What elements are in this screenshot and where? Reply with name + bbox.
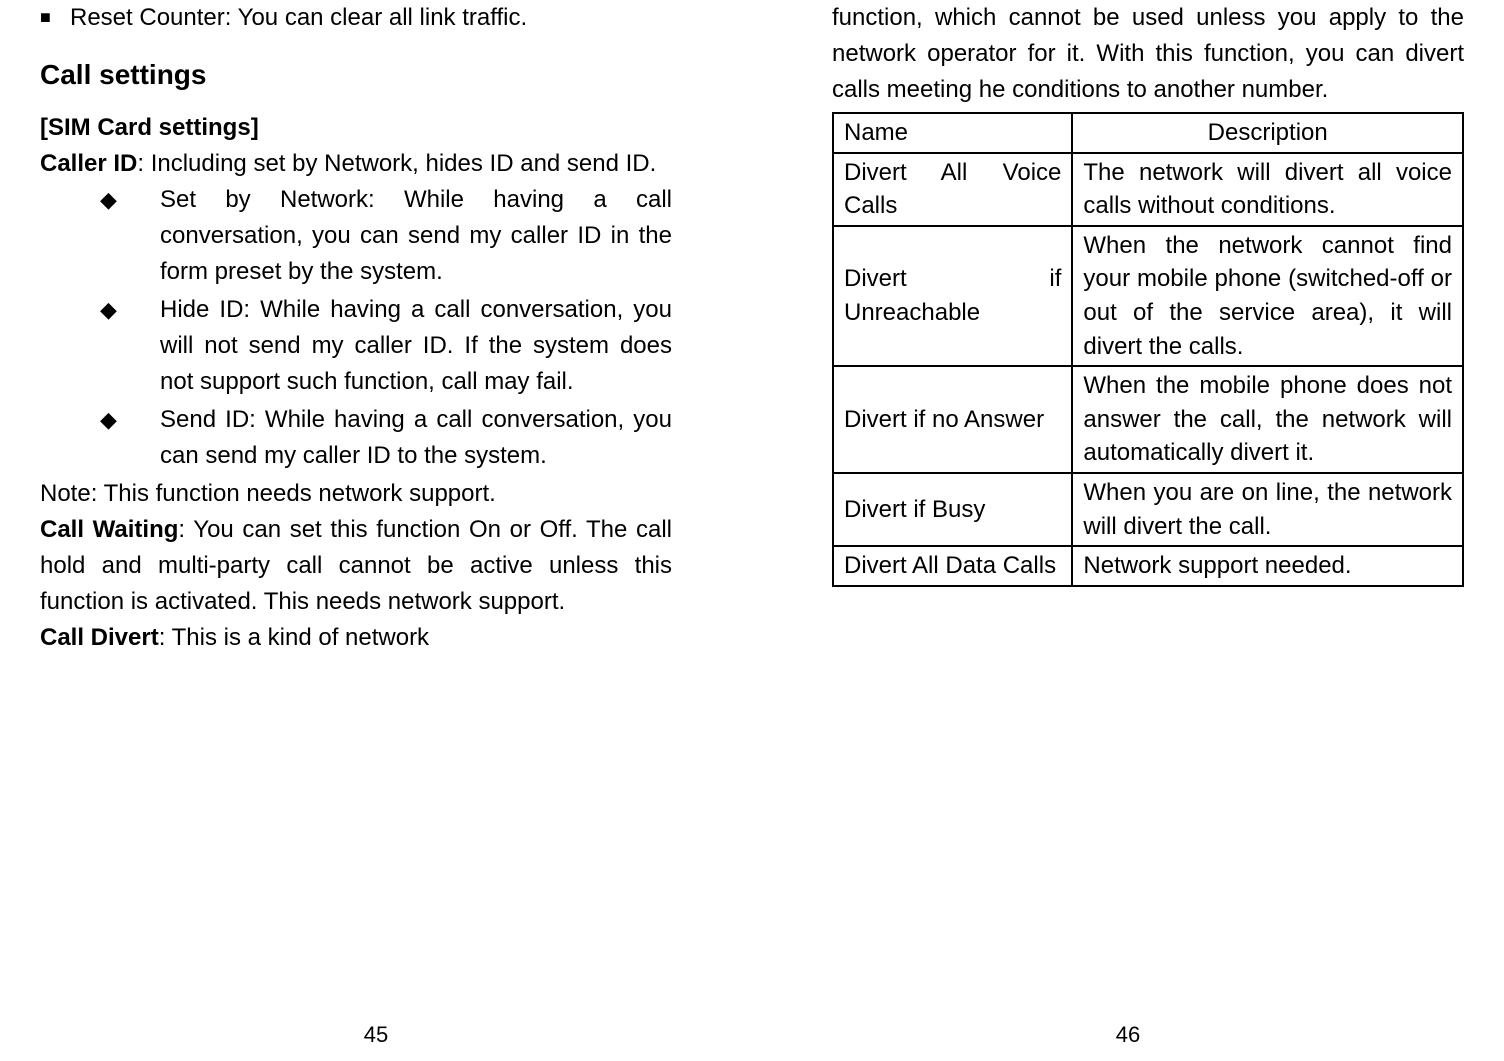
row-0-desc: The network will divert all voice calls … [1072, 153, 1463, 226]
option-hide-id: Hide ID: While having a call conversatio… [160, 292, 672, 400]
table-row: Divert if no Answer When the mobile phon… [833, 366, 1463, 473]
row-1-name: Divert if Unreachable [833, 226, 1072, 366]
table-row: Divert if Unreachable When the network c… [833, 226, 1463, 366]
row-0-name: Divert All Voice Calls [833, 153, 1072, 226]
row-1-desc: When the network cannot find your mobile… [1072, 226, 1463, 366]
page-right: function, which cannot be used unless yo… [752, 0, 1504, 1061]
row-2-name: Divert if no Answer [833, 366, 1072, 473]
call-divert-text: : This is a kind of network [159, 624, 429, 651]
sim-card-heading: [SIM Card settings] [40, 110, 672, 146]
table-row: Divert All Data Calls Network support ne… [833, 546, 1463, 586]
divert-intro: function, which cannot be used unless yo… [832, 0, 1464, 108]
page-number-right: 46 [752, 1018, 1504, 1051]
header-desc: Description [1072, 113, 1463, 153]
caller-id-options: Set by Network: While having a call conv… [40, 182, 672, 474]
caller-id-text: : Including set by Network, hides ID and… [137, 150, 656, 177]
option-set-by-network: Set by Network: While having a call conv… [160, 182, 672, 290]
reset-counter-list: Reset Counter: You can clear all link tr… [40, 0, 672, 36]
call-waiting-paragraph: Call Waiting: You can set this function … [40, 512, 672, 620]
reset-counter-text: Reset Counter: You can clear all link tr… [70, 4, 527, 31]
call-waiting-label: Call Waiting [40, 516, 178, 543]
table-header-row: Name Description [833, 113, 1463, 153]
call-divert-paragraph: Call Divert: This is a kind of network [40, 620, 672, 656]
header-name: Name [833, 113, 1072, 153]
row-4-name: Divert All Data Calls [833, 546, 1072, 586]
caller-id-paragraph: Caller ID: Including set by Network, hid… [40, 146, 672, 182]
row-4-desc: Network support needed. [1072, 546, 1463, 586]
page-left: Reset Counter: You can clear all link tr… [0, 0, 752, 1061]
table-row: Divert All Voice Calls The network will … [833, 153, 1463, 226]
call-divert-label: Call Divert [40, 624, 159, 651]
note-text: Note: This function needs network suppor… [40, 476, 672, 512]
caller-id-label: Caller ID [40, 150, 137, 177]
call-settings-heading: Call settings [40, 54, 672, 96]
row-2-desc: When the mobile phone does not answer th… [1072, 366, 1463, 473]
row-3-name: Divert if Busy [833, 473, 1072, 546]
page-number-left: 45 [0, 1018, 752, 1051]
reset-counter-item: Reset Counter: You can clear all link tr… [70, 0, 672, 36]
table-row: Divert if Busy When you are on line, the… [833, 473, 1463, 546]
option-send-id: Send ID: While having a call conversatio… [160, 402, 672, 474]
row-3-desc: When you are on line, the network will d… [1072, 473, 1463, 546]
divert-table: Name Description Divert All Voice Calls … [832, 112, 1464, 587]
